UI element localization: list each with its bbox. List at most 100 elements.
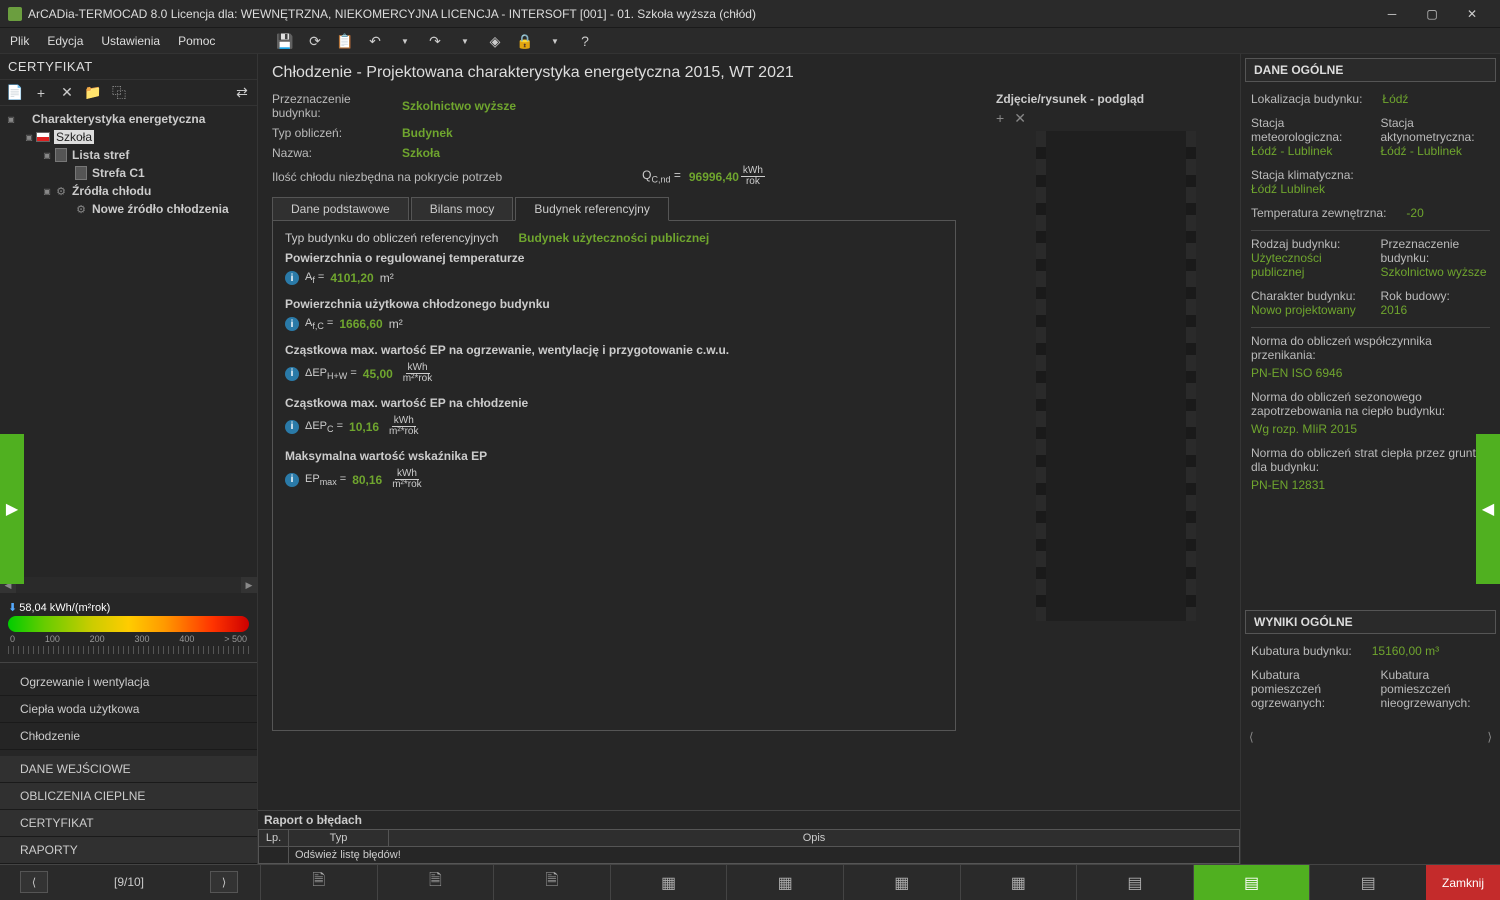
left-drawer-handle[interactable]: ▶ [0, 434, 24, 584]
epmax-value: 80,16 [352, 473, 382, 487]
collapse-icon[interactable]: ▣ [4, 115, 18, 124]
tab-basic[interactable]: Dane podstawowe [272, 197, 409, 220]
heated-vol-label: Kubatura pomieszczeń ogrzewanych: [1251, 668, 1361, 710]
bottom-tab-8[interactable]: ▤ [1076, 865, 1193, 900]
left-panel-header: CERTYFIKAT [0, 54, 257, 80]
menu-file[interactable]: Plik [10, 34, 29, 48]
left-panel-title: CERTYFIKAT [8, 59, 93, 74]
tree-scrollbar[interactable]: ◀ ▶ [0, 577, 257, 593]
nav-dhw[interactable]: Ciepła woda użytkowa [0, 696, 257, 723]
tree-root[interactable]: ▣ Charakterystyka energetyczna [0, 110, 257, 128]
calctype-label: Typ obliczeń: [272, 126, 402, 140]
collapse-icon[interactable]: ▣ [22, 133, 36, 142]
left-panel: CERTYFIKAT 📄 + ✕ 📁 ⿻ ⇄ ▣ Charakterystyka… [0, 54, 258, 864]
error-title: Raport o błędach [258, 811, 1240, 829]
nav-reports[interactable]: RAPORTY [0, 837, 257, 864]
cold-symbol: QC,nd = [642, 168, 681, 184]
reftype-label: Typ budynku do obliczeń referencyjnych [285, 231, 498, 245]
help-icon[interactable]: ? [576, 32, 594, 50]
bottom-tab-9[interactable]: ▤ [1193, 865, 1310, 900]
filmstrip [1036, 131, 1196, 621]
norm3-value: PN-EN 12831 [1251, 478, 1325, 492]
lock-icon[interactable]: 🔒 [516, 32, 534, 50]
close-button-bottom[interactable]: Zamknij [1426, 865, 1500, 900]
maximize-button[interactable]: ▢ [1412, 0, 1452, 28]
year-label: Rok budowy: [1381, 289, 1491, 303]
temp-value: -20 [1406, 206, 1423, 220]
btype-value: Użyteczności publicznej [1251, 251, 1361, 279]
minimize-button[interactable]: ─ [1372, 0, 1412, 28]
close-button[interactable]: ✕ [1452, 0, 1492, 28]
menu-help[interactable]: Pomoc [178, 34, 215, 48]
nav-cooling[interactable]: Chłodzenie [0, 723, 257, 750]
tree-new-cold[interactable]: ⚙ Nowe źródło chłodzenia [0, 200, 257, 218]
bottom-tab-3[interactable]: 🗎 [493, 865, 610, 900]
new-item-icon[interactable]: 📄 [6, 84, 24, 102]
copy-icon[interactable]: 📋 [336, 32, 354, 50]
bottom-tab-1[interactable]: 🗎 [260, 865, 377, 900]
menu-edit[interactable]: Edycja [47, 34, 83, 48]
right-drawer-handle[interactable]: ◀ [1476, 434, 1500, 584]
scroll-right-icon[interactable]: ⟩ [1487, 730, 1492, 744]
menu-settings[interactable]: Ustawienia [101, 34, 160, 48]
nav-input-data[interactable]: DANE WEJŚCIOWE [0, 756, 257, 783]
tree-school[interactable]: ▣ Szkoła [0, 128, 257, 146]
tree-label-c1: Strefa C1 [92, 166, 145, 180]
add-icon[interactable]: + [32, 84, 50, 102]
tree-cold-sources[interactable]: ▣ ⚙ Źródła chłodu [0, 182, 257, 200]
undo-icon[interactable]: ↶ [366, 32, 384, 50]
info-icon[interactable]: i [285, 271, 299, 285]
bottom-tab-5[interactable]: ▦ [726, 865, 843, 900]
bottom-tab-2[interactable]: 🗎 [377, 865, 494, 900]
collapse-icon[interactable]: ▣ [40, 187, 54, 196]
nav-heating[interactable]: Ogrzewanie i wentylacja [0, 669, 257, 696]
remove-image-icon[interactable]: ✕ [1014, 110, 1026, 127]
info-icon[interactable]: i [285, 420, 299, 434]
meteo-label: Stacja meteorologiczna: [1251, 116, 1361, 144]
next-page-button[interactable]: ⟩ [210, 871, 238, 893]
undo-dropdown-icon[interactable]: ▼ [396, 32, 414, 50]
right-panel-body[interactable]: Lokalizacja budynku: Łódź Stacja meteoro… [1241, 86, 1500, 606]
actino-value: Łódź - Lublinek [1381, 144, 1491, 158]
bottom-tab-6[interactable]: ▦ [843, 865, 960, 900]
scroll-right-icon[interactable]: ▶ [241, 577, 257, 593]
error-table: Lp. Typ Opis Odśwież listę błędów! [258, 829, 1240, 864]
bottom-tab-10[interactable]: ▤ [1309, 865, 1426, 900]
bottom-tab-4[interactable]: ▦ [610, 865, 727, 900]
prev-page-button[interactable]: ⟨ [20, 871, 48, 893]
collapse-icon[interactable]: ▣ [40, 151, 54, 160]
nav-thermal-calc[interactable]: OBLICZENIA CIEPLNE [0, 783, 257, 810]
info-icon[interactable]: i [285, 473, 299, 487]
redo-icon[interactable]: ↷ [426, 32, 444, 50]
tree-zonelist[interactable]: ▣ Lista stref [0, 146, 257, 164]
info-icon[interactable]: i [285, 317, 299, 331]
layers-icon[interactable]: ◈ [486, 32, 504, 50]
redo-dropdown-icon[interactable]: ▼ [456, 32, 474, 50]
purpose-value: Szkolnictwo wyższe [402, 99, 516, 113]
refresh-icon[interactable]: ⟳ [306, 32, 324, 50]
tab-power[interactable]: Bilans mocy [411, 197, 514, 220]
save-icon[interactable]: 💾 [276, 32, 294, 50]
remove-icon[interactable]: ✕ [58, 84, 76, 102]
add-image-icon[interactable]: + [996, 110, 1004, 127]
error-panel: Raport o błędach Lp. Typ Opis Odśwież li… [258, 810, 1240, 864]
bottom-tab-7[interactable]: ▦ [960, 865, 1077, 900]
general-data-header: DANE OGÓLNE [1245, 58, 1496, 82]
tab-reference[interactable]: Budynek referencyjny [515, 197, 668, 221]
gear-icon: ⚙ [54, 184, 68, 198]
content-area: Chłodzenie - Projektowana charakterystyk… [258, 54, 1240, 864]
info-icon[interactable]: i [285, 367, 299, 381]
folder-icon[interactable]: 📁 [84, 84, 102, 102]
nav-cert[interactable]: CERTYFIKAT [0, 810, 257, 837]
af-label: Powierzchnia o regulowanej temperaturze [285, 251, 524, 265]
sync-icon[interactable]: ⇄ [233, 84, 251, 102]
refresh-errors[interactable]: Odśwież listę błędów! [289, 847, 1240, 864]
lock-dropdown-icon[interactable]: ▼ [546, 32, 564, 50]
results-header: WYNIKI OGÓLNE [1245, 610, 1496, 634]
af-value: 4101,20 [330, 271, 373, 285]
duplicate-icon[interactable]: ⿻ [110, 84, 128, 102]
app-icon [8, 7, 22, 21]
tree-zone-c1[interactable]: Strefa C1 [0, 164, 257, 182]
rp-purpose-label: Przeznaczenie budynku: [1381, 237, 1491, 265]
scroll-left-icon[interactable]: ⟨ [1249, 730, 1254, 744]
